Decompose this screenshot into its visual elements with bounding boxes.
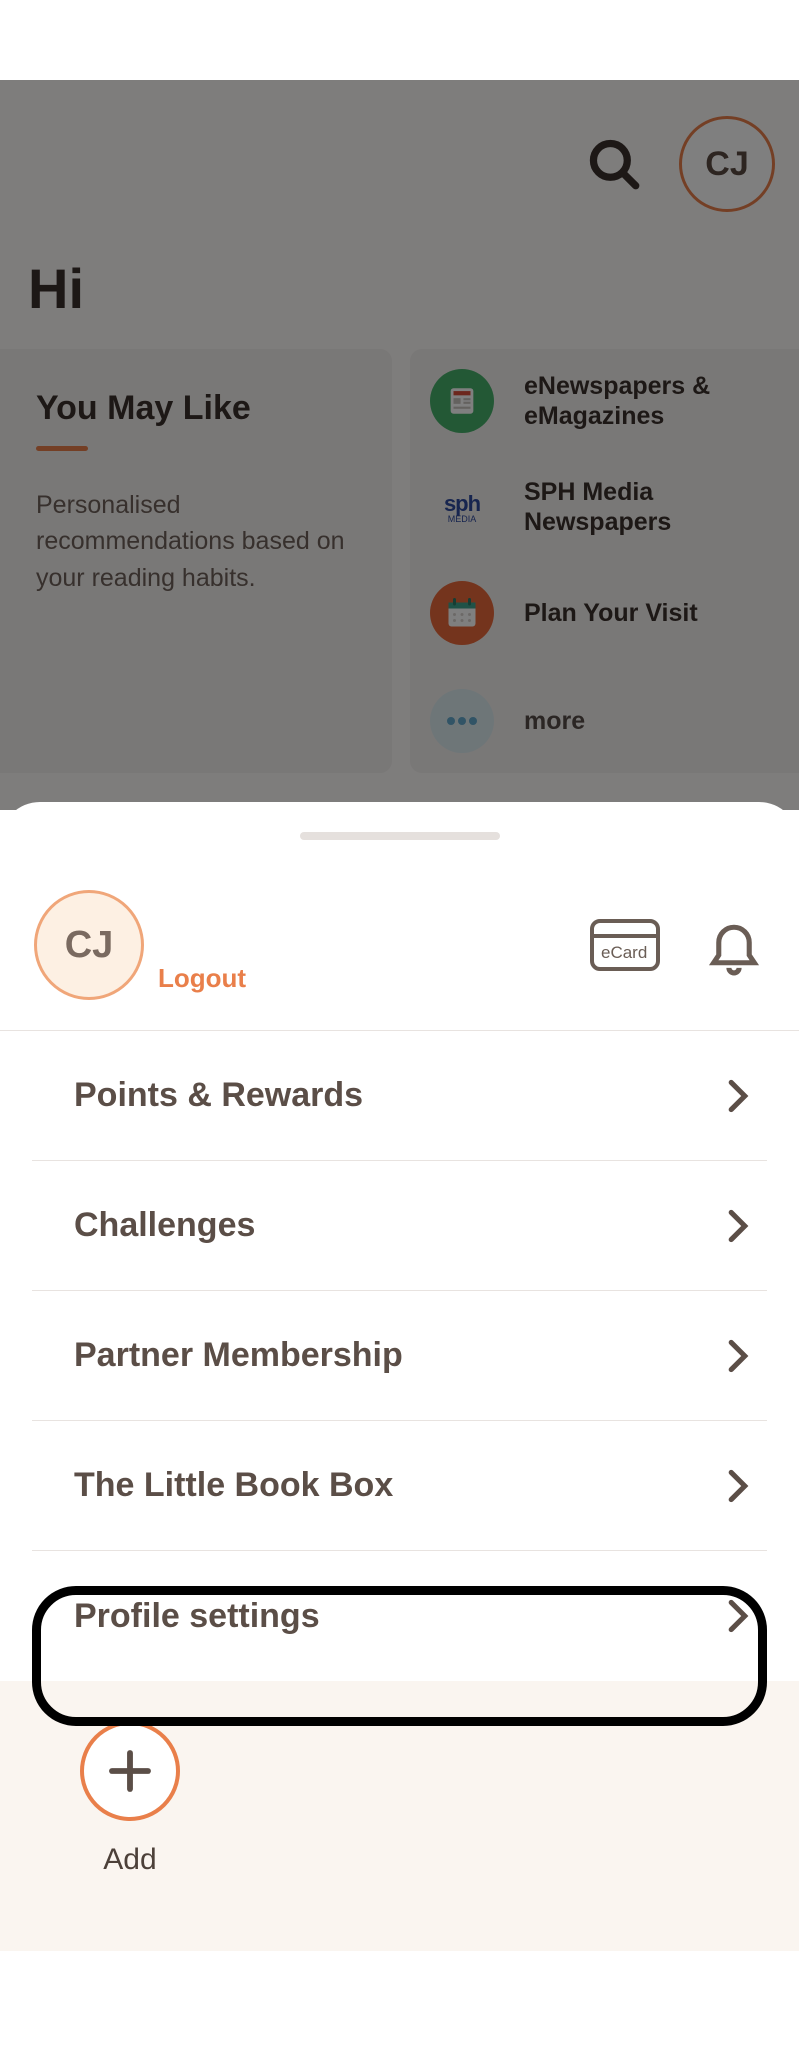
profile-menu: Points & Rewards Challenges Partner Memb… (0, 1031, 799, 1681)
avatar-initials: CJ (705, 145, 748, 184)
menu-label: Profile settings (32, 1597, 320, 1636)
you-may-like-card[interactable]: You May Like Personalised recommendation… (0, 349, 392, 773)
bell-icon (703, 912, 765, 978)
shortcut-label: SPH Media Newspapers (524, 477, 779, 537)
you-may-like-title: You May Like (36, 389, 364, 428)
shortcut-enewspapers[interactable]: eNewspapers & eMagazines (430, 369, 779, 433)
menu-item-challenges[interactable]: Challenges (32, 1161, 767, 1291)
chevron-right-icon (727, 1469, 767, 1503)
profile-bottom-sheet: CJ Logout eCard Points & Rewards (0, 802, 799, 1951)
notifications-button[interactable] (703, 912, 765, 978)
add-label: Add (103, 1843, 156, 1877)
plus-icon (80, 1721, 180, 1821)
sheet-avatar-initials: CJ (65, 924, 114, 967)
menu-label: Challenges (32, 1206, 255, 1245)
you-may-like-desc: Personalised recommendations based on yo… (36, 487, 364, 596)
menu-item-points-rewards[interactable]: Points & Rewards (32, 1031, 767, 1161)
search-button[interactable] (585, 135, 643, 193)
shortcut-label: eNewspapers & eMagazines (524, 371, 779, 431)
calendar-icon (430, 581, 494, 645)
menu-item-partner-membership[interactable]: Partner Membership (32, 1291, 767, 1421)
shortcuts-panel: eNewspapers & eMagazines sph MEDIA SPH M… (410, 349, 799, 773)
menu-label: Partner Membership (32, 1336, 403, 1375)
ecard-icon: eCard (589, 918, 661, 972)
sheet-avatar[interactable]: CJ (34, 890, 144, 1000)
shortcut-label: Plan Your Visit (524, 598, 698, 628)
add-button[interactable]: Add (80, 1721, 180, 1877)
shortcut-plan-visit[interactable]: Plan Your Visit (430, 581, 779, 645)
logout-link[interactable]: Logout (158, 963, 246, 994)
status-bar-blank (0, 0, 799, 80)
chevron-right-icon (727, 1079, 767, 1113)
svg-text:eCard: eCard (601, 943, 647, 962)
chevron-right-icon (727, 1209, 767, 1243)
menu-label: The Little Book Box (32, 1466, 393, 1505)
shortcut-label: more (524, 706, 585, 736)
chevron-right-icon (727, 1339, 767, 1373)
greeting-heading: Hi (0, 212, 799, 349)
shortcut-more[interactable]: more (430, 689, 779, 753)
more-icon (430, 689, 494, 753)
add-section: Add (0, 1681, 799, 1951)
sph-icon: sph MEDIA (430, 491, 494, 524)
newspaper-icon (430, 369, 494, 433)
ecard-button[interactable]: eCard (589, 918, 661, 972)
drag-handle[interactable] (300, 832, 500, 840)
title-underline (36, 446, 88, 451)
search-icon (585, 135, 643, 193)
shortcut-sph[interactable]: sph MEDIA SPH Media Newspapers (430, 477, 779, 537)
menu-item-profile-settings[interactable]: Profile settings (32, 1551, 767, 1681)
chevron-right-icon (727, 1599, 767, 1633)
menu-label: Points & Rewards (32, 1076, 363, 1115)
menu-item-little-book-box[interactable]: The Little Book Box (32, 1421, 767, 1551)
avatar-button[interactable]: CJ (679, 116, 775, 212)
